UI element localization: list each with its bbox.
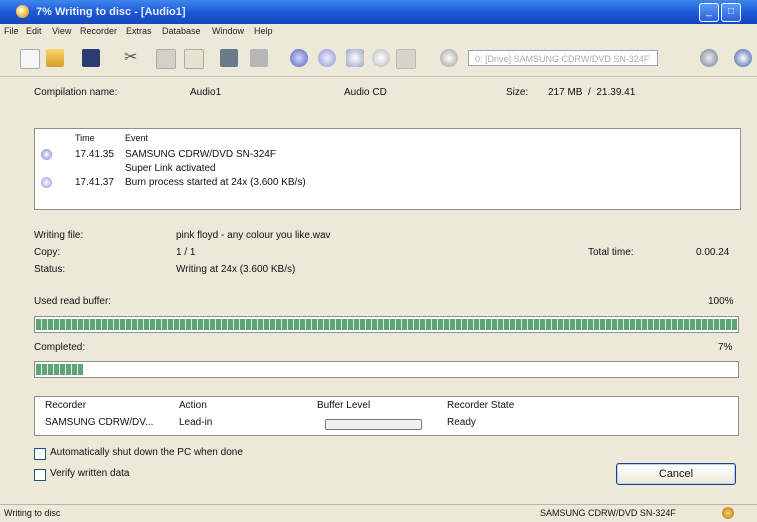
menu-help[interactable]: Help — [254, 26, 273, 36]
new-icon[interactable] — [20, 49, 40, 69]
completed-label: Completed: — [34, 342, 86, 353]
copy-icon[interactable] — [156, 49, 176, 69]
recorder-action: Lead-in — [179, 417, 213, 428]
burning-window: 7% Writing to disc - [Audio1] _ □ File E… — [0, 0, 757, 522]
menu-window[interactable]: Window — [212, 26, 244, 36]
writing-file-value: pink floyd - any colour you like.wav — [176, 230, 331, 241]
copy-value: 1 / 1 — [176, 247, 196, 258]
menu-edit[interactable]: Edit — [26, 26, 42, 36]
copy-label: Copy: — [34, 247, 61, 258]
completed-progress-bar — [34, 361, 739, 378]
maximize-button[interactable]: □ — [721, 3, 741, 22]
burn-icon[interactable] — [290, 49, 308, 67]
event-text: Burn process started at 24x (3.600 KB/s) — [125, 177, 306, 188]
title-bar: 7% Writing to disc - [Audio1] _ □ — [0, 0, 757, 24]
edit-icon[interactable] — [220, 49, 238, 67]
compilation-name-value: Audio1 — [190, 87, 222, 98]
buffer-level-col-header: Buffer Level — [317, 400, 371, 411]
event-row: 17.41.37 Burn process started at 24x (3.… — [35, 177, 740, 190]
event-time: 17.41.35 — [75, 149, 114, 160]
auto-shutdown-checkbox[interactable] — [34, 448, 46, 460]
event-text: Super Link activated — [125, 163, 216, 174]
open-icon[interactable] — [46, 49, 64, 67]
app-flame-icon — [16, 5, 29, 18]
menu-view[interactable]: View — [52, 26, 71, 36]
eject-icon[interactable] — [700, 49, 718, 67]
help-icon[interactable] — [734, 49, 752, 67]
total-time-value: 0.00.24 — [696, 247, 730, 258]
burn-progress-panel: Compilation name: Audio1 Audio CD Size: … — [18, 80, 746, 500]
disc-copy-icon[interactable] — [318, 49, 336, 67]
minimize-button[interactable]: _ — [699, 3, 719, 22]
window-title: 7% Writing to disc - [Audio1] — [36, 6, 186, 18]
size-value: 217 MB / 21.39.41 — [548, 87, 636, 98]
verify-label[interactable]: Verify written data — [50, 468, 129, 479]
menu-recorder[interactable]: Recorder — [80, 26, 117, 36]
buffer-label: Used read buffer: — [34, 296, 112, 307]
drive-select[interactable]: 0: [Drive] SAMSUNG CDRW/DVD SN-324F — [468, 50, 658, 66]
activity-icon — [722, 507, 734, 519]
total-time-label: Total time: — [588, 247, 634, 258]
clock-icon — [41, 177, 52, 188]
event-row: 17.41.35 SAMSUNG CDRW/DVD SN-324F — [35, 149, 740, 162]
writing-file-label: Writing file: — [34, 230, 84, 241]
toolbar: ✂ 0: [Drive] SAMSUNG CDRW/DVD SN-324F — [0, 40, 757, 77]
compilation-type: Audio CD — [344, 87, 387, 98]
info-icon[interactable] — [396, 49, 416, 69]
size-label: Size: — [506, 87, 529, 98]
status-bar: Writing to disc SAMSUNG CDRW/DVD SN-324F — [0, 504, 757, 522]
event-time: 17.41.37 — [75, 177, 114, 188]
cut-icon[interactable]: ✂ — [124, 49, 142, 67]
info-icon — [41, 149, 52, 160]
event-log[interactable]: Time Event 17.41.35 SAMSUNG CDRW/DVD SN-… — [34, 128, 741, 210]
action-col-header: Action — [179, 400, 207, 411]
menu-bar: File Edit View Recorder Extras Database … — [0, 24, 757, 40]
verify-checkbox[interactable] — [34, 469, 46, 481]
menu-file[interactable]: File — [4, 26, 19, 36]
buffer-progress-bar — [34, 316, 739, 333]
search-icon[interactable] — [372, 49, 390, 67]
event-row: Super Link activated — [35, 163, 740, 176]
compilation-name-label: Compilation name: — [34, 87, 118, 98]
status-bar-drive: SAMSUNG CDRW/DVD SN-324F — [540, 508, 676, 518]
recorder-name[interactable]: SAMSUNG CDRW/DV... — [45, 417, 153, 428]
events-col-time: Time — [75, 133, 95, 143]
cancel-button[interactable]: Cancel — [616, 463, 736, 485]
buffer-percent: 100% — [708, 296, 734, 307]
auto-shutdown-label[interactable]: Automatically shut down the PC when done — [50, 447, 243, 458]
completed-percent: 7% — [718, 342, 733, 353]
buffer-progress-fill — [36, 319, 737, 330]
paste-icon[interactable] — [184, 49, 204, 69]
menu-extras[interactable]: Extras — [126, 26, 152, 36]
recorder-state: Ready — [447, 417, 476, 428]
recorder-buffer-level — [325, 419, 422, 430]
save-icon[interactable] — [82, 49, 100, 67]
erase-icon[interactable] — [346, 49, 364, 67]
recorder-state-col-header: Recorder State — [447, 400, 515, 411]
drive-icon — [440, 49, 458, 67]
status-value: Writing at 24x (3.600 KB/s) — [176, 264, 296, 275]
status-label: Status: — [34, 264, 66, 275]
events-col-event: Event — [125, 133, 149, 143]
completed-progress-fill — [36, 364, 84, 375]
properties-icon[interactable] — [250, 49, 268, 67]
status-bar-text: Writing to disc — [4, 508, 61, 518]
event-text: SAMSUNG CDRW/DVD SN-324F — [125, 149, 276, 160]
menu-database[interactable]: Database — [162, 26, 201, 36]
recorder-table: Recorder Action Buffer Level Recorder St… — [34, 396, 739, 436]
recorder-col-header: Recorder — [45, 400, 87, 411]
